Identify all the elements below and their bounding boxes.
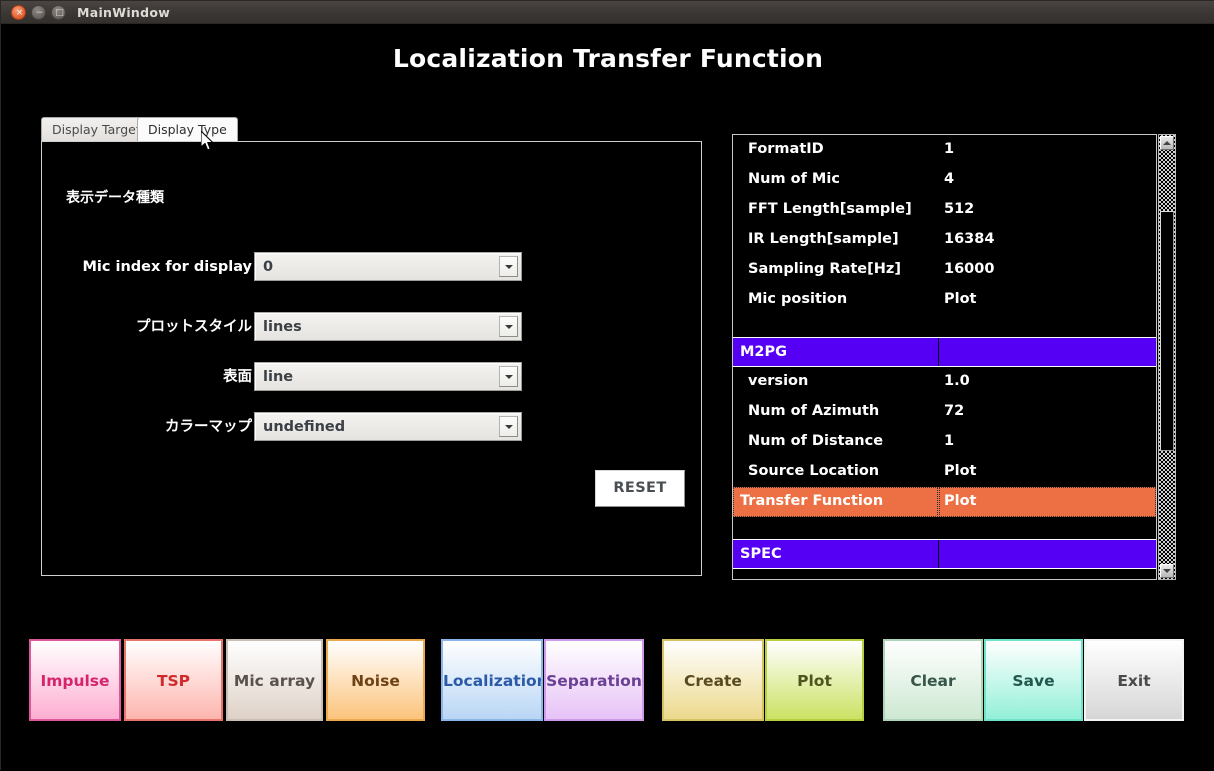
- table-cell-key: Num of Mic: [748, 165, 840, 195]
- table-row[interactable]: Sampling Rate[Hz] 16000: [733, 255, 1156, 285]
- table-cell-value: 1: [944, 427, 954, 457]
- table-cell-value: Plot: [944, 487, 977, 517]
- info-table-panel: FormatID 1 Num of Mic 4 FFT Length[sample] 51…: [732, 134, 1157, 580]
- colormap-value: undefined: [263, 413, 345, 442]
- window-minimize-button[interactable]: −: [31, 5, 46, 20]
- info-table-scrollbar[interactable]: [1158, 134, 1176, 580]
- minimize-icon: −: [32, 6, 47, 21]
- table-cell-key: Transfer Function: [740, 487, 883, 517]
- form-row-colormap: カラーマップ undefined: [42, 412, 701, 442]
- impulse-button[interactable]: Impulse: [29, 639, 121, 721]
- table-row[interactable]: version 1.0: [733, 367, 1156, 397]
- form-heading: 表示データ種類: [66, 187, 164, 207]
- window-title: MainWindow: [77, 5, 170, 20]
- table-row[interactable]: FormatID 1: [733, 135, 1156, 165]
- tab-display-target[interactable]: Display Target: [41, 117, 152, 141]
- form-row-mic-index: Mic index for display 0: [42, 252, 701, 282]
- table-row[interactable]: FFT Length[sample] 512: [733, 195, 1156, 225]
- label-mic-index: Mic index for display: [82, 252, 252, 282]
- table-cell-value: 16000: [944, 255, 994, 285]
- tab-display-type[interactable]: Display Type: [137, 117, 238, 141]
- table-row-spacer: [733, 517, 1156, 539]
- window-close-button[interactable]: ×: [11, 5, 26, 20]
- surface-value: line: [263, 363, 293, 392]
- table-cell-key: Source Location: [748, 457, 879, 487]
- table-cell-key: Mic position: [748, 285, 847, 315]
- scroll-down-arrow-icon[interactable]: [1160, 564, 1174, 578]
- table-cell-key: Sampling Rate[Hz]: [748, 255, 901, 285]
- label-surface: 表面: [223, 362, 252, 392]
- table-cell-key: Num of Distance: [748, 427, 883, 457]
- close-icon: ×: [12, 6, 27, 21]
- chevron-down-icon[interactable]: [499, 316, 518, 337]
- chevron-down-icon[interactable]: [499, 256, 518, 277]
- table-cell-key: IR Length[sample]: [748, 225, 899, 255]
- form-row-plot-style: プロットスタイル lines: [42, 312, 701, 342]
- table-row-spacer: [733, 315, 1156, 337]
- reset-button[interactable]: RESET: [595, 470, 685, 507]
- window-maximize-button[interactable]: □: [51, 5, 66, 20]
- info-table: FormatID 1 Num of Mic 4 FFT Length[sample] 51…: [733, 135, 1156, 569]
- table-row[interactable]: IR Length[sample] 16384: [733, 225, 1156, 255]
- label-plot-style: プロットスタイル: [136, 312, 252, 342]
- scrollbar-thumb[interactable]: [1160, 211, 1174, 451]
- localization-button[interactable]: Localization: [441, 639, 543, 721]
- table-section-header: M2PG: [733, 337, 1156, 367]
- table-cell-value: 4: [944, 165, 954, 195]
- table-cell-key: FormatID: [748, 135, 824, 165]
- plot-style-value: lines: [263, 313, 302, 342]
- table-cell-value: 1.0: [944, 367, 970, 397]
- table-cell-value: 16384: [944, 225, 994, 255]
- scroll-up-arrow-icon[interactable]: [1160, 136, 1174, 150]
- colormap-select[interactable]: undefined: [254, 412, 522, 441]
- table-cell-key: SPEC: [740, 540, 782, 570]
- table-cell-key: FFT Length[sample]: [748, 195, 912, 225]
- mic-index-select[interactable]: 0: [254, 252, 522, 281]
- table-cell-key: Num of Azimuth: [748, 397, 879, 427]
- clear-button[interactable]: Clear: [883, 639, 983, 721]
- display-type-panel: 表示データ種類 Mic index for display 0 プロットスタイル…: [41, 141, 702, 576]
- table-cell-value: 72: [944, 397, 964, 427]
- mic-array-button[interactable]: Mic array: [226, 639, 323, 721]
- chevron-down-icon[interactable]: [499, 416, 518, 437]
- title-bar: × − □ MainWindow: [1, 1, 1214, 24]
- table-cell-key: M2PG: [740, 338, 787, 368]
- plot-style-select[interactable]: lines: [254, 312, 522, 341]
- chevron-down-icon[interactable]: [499, 366, 518, 387]
- separation-button[interactable]: Separation: [544, 639, 644, 721]
- surface-select[interactable]: line: [254, 362, 522, 391]
- table-row[interactable]: Source Location Plot: [733, 457, 1156, 487]
- table-row-selected[interactable]: Transfer Function Plot: [733, 487, 1156, 517]
- table-cell-value: 512: [944, 195, 974, 225]
- table-row[interactable]: Mic position Plot: [733, 285, 1156, 315]
- table-cell-value: 1: [944, 135, 954, 165]
- label-colormap: カラーマップ: [165, 412, 252, 442]
- main-window: × − □ MainWindow Localization Transfer F…: [0, 0, 1214, 770]
- table-section-header: SPEC: [733, 539, 1156, 569]
- table-row[interactable]: Num of Mic 4: [733, 165, 1156, 195]
- plot-button[interactable]: Plot: [765, 639, 864, 721]
- create-button[interactable]: Create: [662, 639, 764, 721]
- table-cell-value: Plot: [944, 457, 977, 487]
- client-area: Localization Transfer Function Display T…: [1, 24, 1214, 771]
- tsp-button[interactable]: TSP: [124, 639, 223, 721]
- table-row[interactable]: Num of Azimuth 72: [733, 397, 1156, 427]
- table-cell-key: version: [748, 367, 808, 397]
- save-button[interactable]: Save: [984, 639, 1083, 721]
- mic-index-value: 0: [263, 253, 273, 282]
- form-row-surface: 表面 line: [42, 362, 701, 392]
- maximize-icon: □: [52, 6, 67, 21]
- exit-button[interactable]: Exit: [1084, 639, 1184, 721]
- noise-button[interactable]: Noise: [326, 639, 425, 721]
- page-title: Localization Transfer Function: [1, 44, 1214, 73]
- table-cell-value: Plot: [944, 285, 977, 315]
- table-row[interactable]: Num of Distance 1: [733, 427, 1156, 457]
